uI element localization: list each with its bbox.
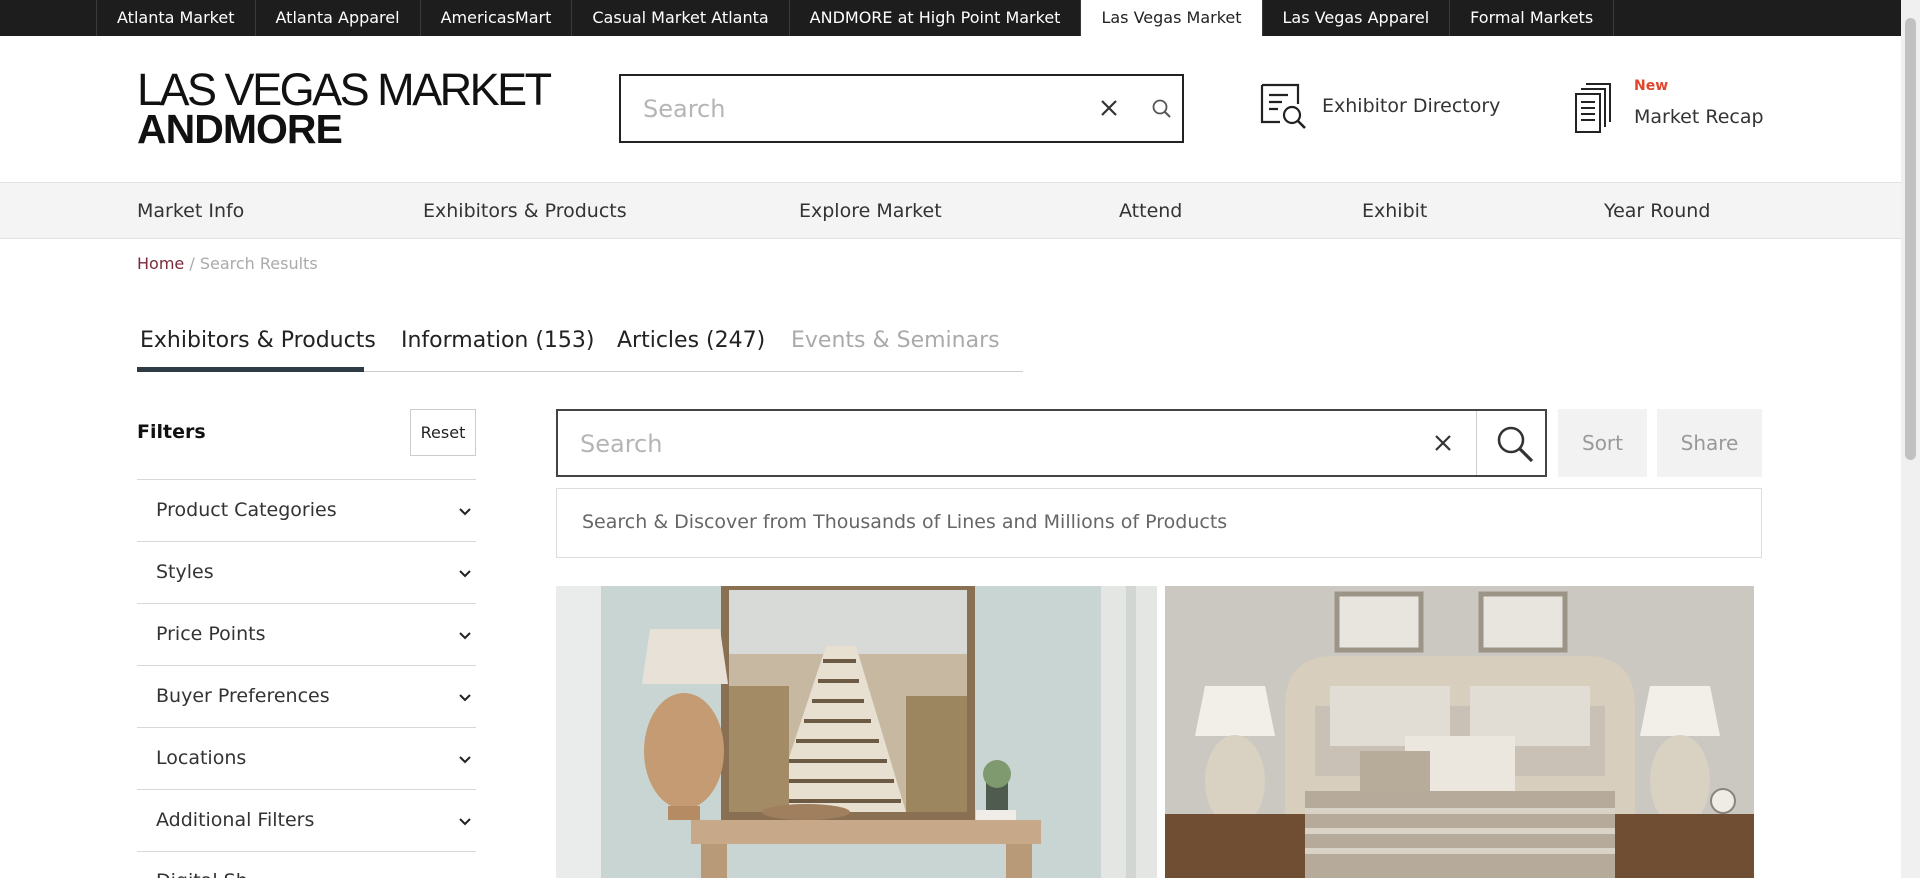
exhibitor-directory-label: Exhibitor Directory	[1322, 95, 1501, 117]
market-tab-andmore-high-point[interactable]: ANDMORE at High Point Market	[790, 0, 1082, 36]
active-tab-indicator	[137, 367, 364, 372]
filter-label: Price Points	[156, 623, 266, 645]
breadcrumb-home-link[interactable]: Home	[137, 254, 184, 273]
logo-line-2: ANDMORE	[137, 106, 343, 152]
search-icon[interactable]	[1494, 423, 1536, 465]
document-stack-icon	[1575, 83, 1611, 133]
new-badge: New	[1634, 78, 1669, 94]
filter-label: Digital Sh	[156, 870, 248, 878]
market-recap-link[interactable]: New Market Recap	[1572, 78, 1764, 134]
product-image-console-table[interactable]	[556, 586, 1157, 878]
product-search-box	[556, 409, 1547, 477]
breadcrumb: Home / Search Results	[137, 254, 318, 273]
market-tabs: Atlanta Market Atlanta Apparel AmericasM…	[96, 0, 1615, 36]
market-tab-formal-markets[interactable]: Formal Markets	[1450, 0, 1615, 36]
page-scrollbar[interactable]	[1901, 0, 1920, 878]
market-tab-atlanta-market[interactable]: Atlanta Market	[97, 0, 256, 36]
market-tab-casual-market-atlanta[interactable]: Casual Market Atlanta	[572, 0, 790, 36]
filter-list: Product Categories Styles Price Points B…	[137, 479, 476, 878]
filter-label: Styles	[156, 561, 214, 583]
scrollbar-thumb[interactable]	[1905, 18, 1916, 460]
chevron-down-icon	[459, 694, 471, 702]
market-tab-las-vegas-apparel[interactable]: Las Vegas Apparel	[1263, 0, 1451, 36]
header-search-box	[619, 74, 1184, 143]
nav-year-round[interactable]: Year Round	[1604, 200, 1710, 222]
nav-exhibit[interactable]: Exhibit	[1362, 200, 1427, 222]
close-icon[interactable]	[1427, 427, 1459, 459]
search-divider	[1476, 411, 1477, 475]
filters-title: Filters	[137, 421, 206, 443]
directory-search-icon	[1260, 83, 1306, 129]
result-tabs: Exhibitors & Products Information (153) …	[137, 325, 1023, 372]
tab-information[interactable]: Information (153)	[401, 328, 595, 353]
search-icon[interactable]	[1149, 96, 1175, 122]
sort-button[interactable]: Sort	[1558, 409, 1647, 477]
main-navigation: Market Info Exhibitors & Products Explor…	[0, 182, 1901, 239]
filter-price-points[interactable]: Price Points	[137, 603, 476, 665]
chevron-down-icon	[459, 508, 471, 516]
nav-market-info[interactable]: Market Info	[137, 200, 244, 222]
product-image-bedding-set[interactable]	[1165, 586, 1754, 878]
product-photo-console	[556, 586, 1157, 878]
filter-label: Locations	[156, 747, 247, 769]
filter-product-categories[interactable]: Product Categories	[137, 479, 476, 541]
close-icon[interactable]	[1093, 92, 1125, 124]
site-logo[interactable]: LAS VEGAS MARKET ANDMORE	[137, 64, 552, 152]
nav-attend[interactable]: Attend	[1119, 200, 1182, 222]
market-tab-las-vegas-market[interactable]: Las Vegas Market	[1081, 0, 1263, 36]
filter-label: Product Categories	[156, 499, 337, 521]
chevron-down-icon	[459, 756, 471, 764]
filter-additional-filters[interactable]: Additional Filters	[137, 789, 476, 851]
filter-buyer-preferences[interactable]: Buyer Preferences	[137, 665, 476, 727]
filter-locations[interactable]: Locations	[137, 727, 476, 789]
reset-filters-button[interactable]: Reset	[410, 409, 476, 456]
market-tab-americasmart[interactable]: AmericasMart	[421, 0, 573, 36]
tab-events-seminars[interactable]: Events & Seminars	[791, 328, 1000, 353]
filter-label: Additional Filters	[156, 809, 315, 831]
exhibitor-directory-link[interactable]: Exhibitor Directory	[1258, 82, 1500, 130]
chevron-down-icon	[459, 818, 471, 826]
filter-label: Buyer Preferences	[156, 685, 330, 707]
discover-text: Search & Discover from Thousands of Line…	[582, 511, 1228, 533]
logo-line-1: LAS VEGAS MARKET	[137, 64, 552, 115]
market-switcher-bar: Atlanta Market Atlanta Apparel AmericasM…	[0, 0, 1901, 36]
discover-banner: Search & Discover from Thousands of Line…	[556, 488, 1762, 558]
market-tab-atlanta-apparel[interactable]: Atlanta Apparel	[256, 0, 421, 36]
product-photo-bedding	[1165, 586, 1754, 878]
nav-exhibitors-products[interactable]: Exhibitors & Products	[423, 200, 627, 222]
filter-styles[interactable]: Styles	[137, 541, 476, 603]
market-recap-label: Market Recap	[1634, 106, 1764, 128]
breadcrumb-current: Search Results	[199, 254, 318, 273]
nav-explore-market[interactable]: Explore Market	[799, 200, 942, 222]
header-search-input[interactable]	[643, 90, 1063, 128]
filter-digital-showroom[interactable]: Digital Sh	[137, 851, 476, 878]
share-button[interactable]: Share	[1657, 409, 1762, 477]
breadcrumb-separator: /	[189, 254, 195, 273]
tab-exhibitors-products[interactable]: Exhibitors & Products	[140, 328, 376, 353]
product-search-input[interactable]	[580, 425, 1380, 463]
chevron-down-icon	[459, 632, 471, 640]
tab-articles[interactable]: Articles (247)	[617, 328, 765, 353]
chevron-down-icon	[459, 570, 471, 578]
